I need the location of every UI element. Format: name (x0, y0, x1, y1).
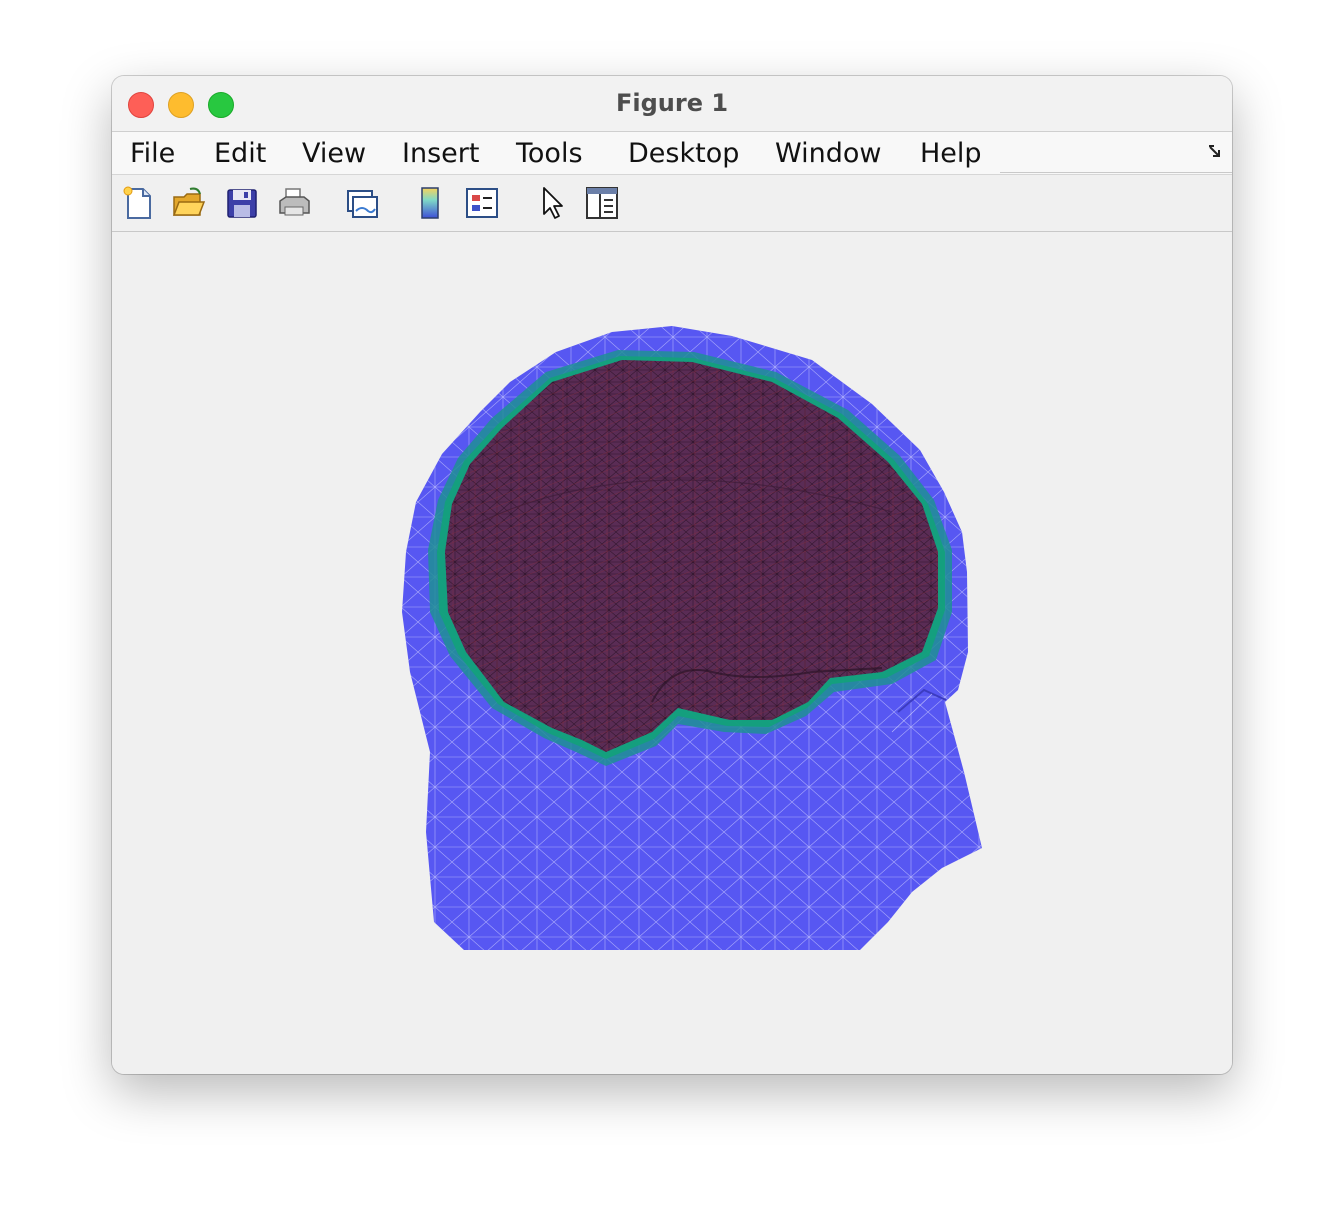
menu-help[interactable]: Help (920, 136, 982, 171)
legend-icon[interactable] (464, 185, 500, 221)
figure-window: Figure 1 File Edit View Insert Tools Des… (112, 76, 1232, 1074)
colorbar-icon[interactable] (412, 185, 448, 221)
menu-file[interactable]: File (130, 136, 175, 171)
window-title: Figure 1 (615, 89, 729, 117)
new-figure-icon[interactable] (120, 185, 156, 221)
property-inspector-icon[interactable] (584, 185, 620, 221)
menu-view[interactable]: View (302, 136, 366, 171)
figure-toolbar (112, 175, 1232, 232)
title-bar[interactable]: Figure 1 (112, 76, 1232, 132)
menu-tools[interactable]: Tools (516, 136, 583, 171)
head-model-plot[interactable] (112, 232, 1232, 1074)
print-icon[interactable] (276, 185, 312, 221)
menu-desktop[interactable]: Desktop (628, 136, 739, 171)
menubar-divider (1000, 172, 1232, 173)
menu-bar: File Edit View Insert Tools Desktop Wind… (112, 132, 1232, 175)
save-icon[interactable] (224, 185, 260, 221)
link-plot-icon[interactable] (344, 185, 380, 221)
menu-window[interactable]: Window (775, 136, 881, 171)
dock-figure-icon[interactable] (1208, 144, 1224, 160)
menu-insert[interactable]: Insert (402, 136, 479, 171)
menu-edit[interactable]: Edit (214, 136, 266, 171)
figure-canvas[interactable] (112, 232, 1232, 1074)
pointer-icon[interactable] (534, 185, 570, 221)
open-file-icon[interactable] (170, 185, 206, 221)
